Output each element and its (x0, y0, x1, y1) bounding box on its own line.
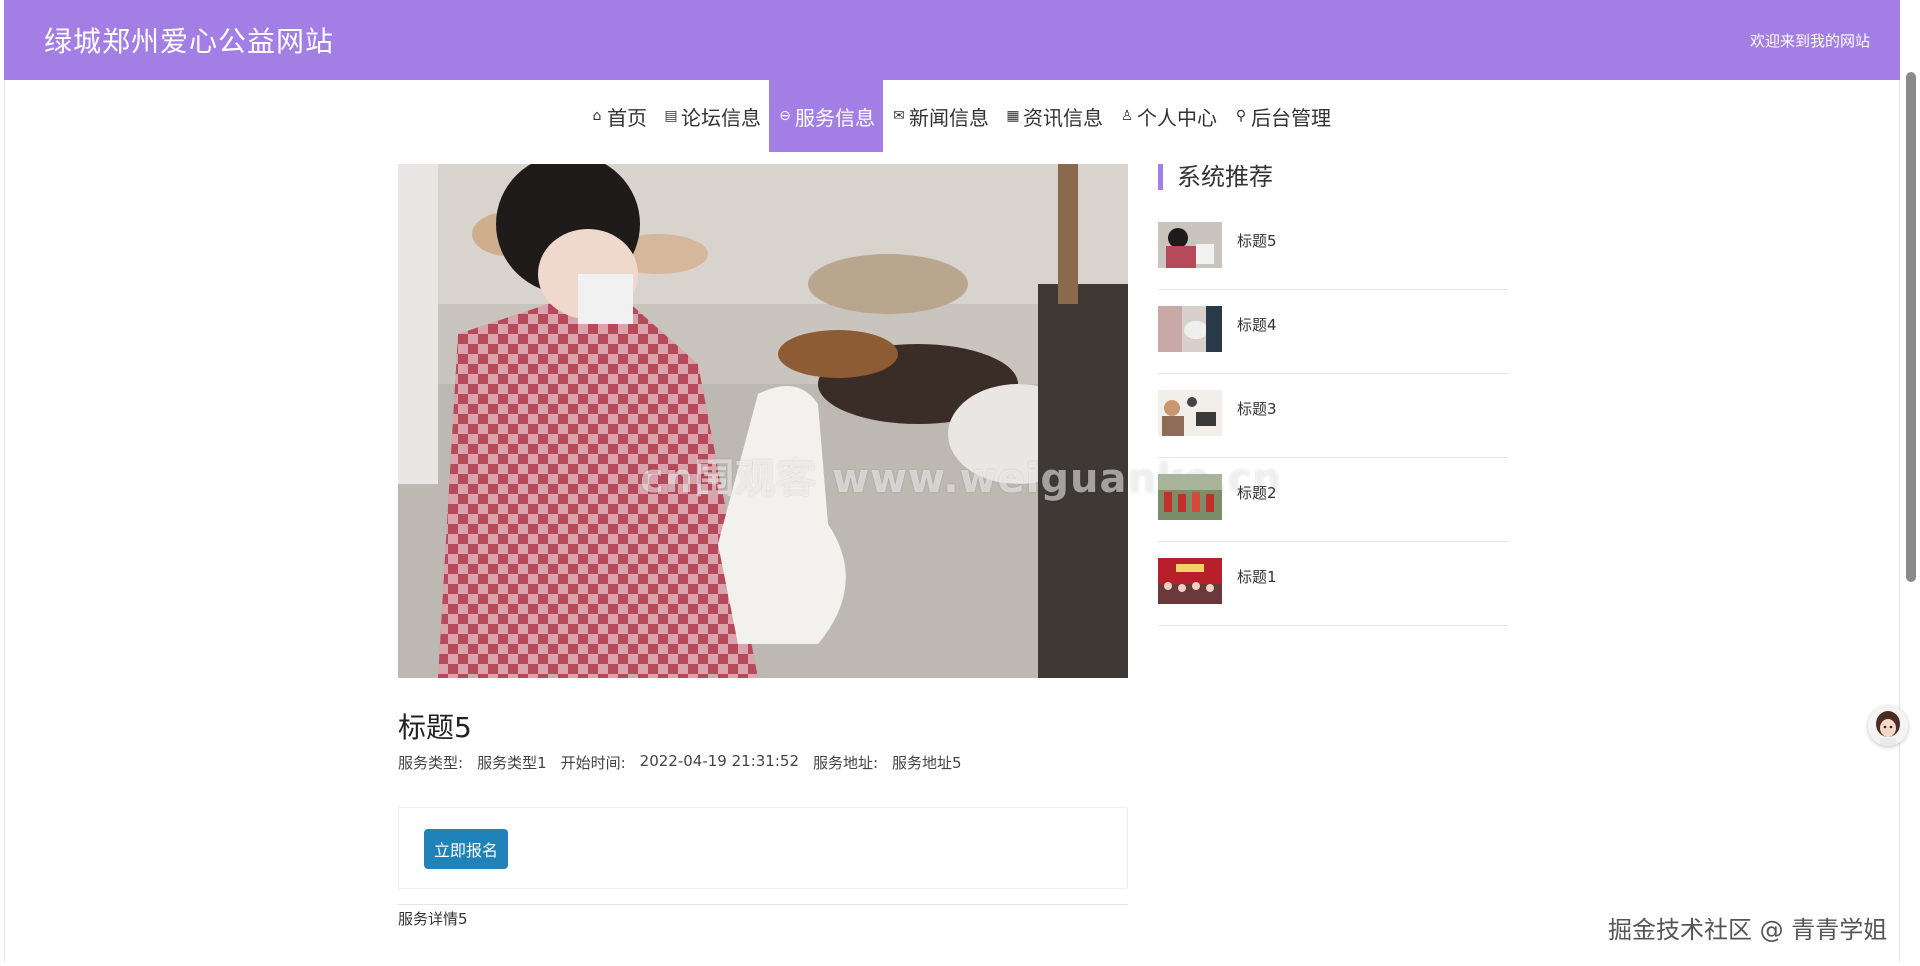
recommend-item-label[interactable]: 标题4 (1237, 314, 1277, 335)
user-icon: ♙ (1120, 108, 1134, 124)
thumbnail-image (1158, 390, 1222, 436)
recommend-item[interactable]: 标题5 (1158, 206, 1508, 290)
recommend-item[interactable]: 标题4 (1158, 290, 1508, 374)
service-title: 标题5 (398, 711, 472, 744)
nav-item-label: 后台管理 (1251, 105, 1331, 130)
meta-address-value: 服务地址5 (892, 754, 962, 772)
nav-item-label: 新闻信息 (909, 105, 989, 130)
thumbnail-image (1158, 558, 1222, 604)
nav-item-news[interactable]: ✉ 新闻信息 (883, 80, 997, 152)
recommend-item[interactable]: 标题3 (1158, 374, 1508, 458)
recommend-item[interactable]: 标题1 (1158, 542, 1508, 626)
recommend-item-label[interactable]: 标题1 (1237, 566, 1277, 587)
thumbnail-image (1158, 306, 1222, 352)
home-icon: ⌂ (592, 108, 602, 124)
main-nav: ⌂ 首页 ▤ 论坛信息 ⊖ 服务信息 ✉ 新闻信息 ▦ 资讯信息 ♙ 个人中心 … (0, 80, 1920, 152)
apply-button[interactable]: 立即报名 (424, 829, 508, 869)
volunteer-dog-photo (398, 164, 1128, 678)
clipboard-icon: ▤ (664, 108, 678, 124)
meta-type-value: 服务类型1 (477, 754, 547, 772)
nav-item-forum[interactable]: ▤ 论坛信息 (655, 80, 769, 152)
nav-item-label: 论坛信息 (681, 105, 761, 130)
nav-item-label: 服务信息 (795, 105, 875, 130)
apply-panel: 立即报名 (398, 807, 1128, 889)
meta-type: 服务类型: 服务类型1 (398, 752, 547, 773)
nav-item-personal[interactable]: ♙ 个人中心 (1111, 80, 1225, 152)
thumbnail-image (1158, 474, 1222, 520)
recommend-item-label[interactable]: 标题5 (1237, 230, 1277, 251)
service-detail-text: 服务详情5 (398, 910, 468, 928)
content-divider (398, 904, 1128, 905)
nav-item-label: 个人中心 (1137, 105, 1217, 130)
recommend-thumbnail[interactable] (1158, 222, 1222, 268)
nav-item-label: 首页 (607, 105, 647, 130)
meta-start-label: 开始时间: (560, 754, 626, 772)
recommend-item[interactable]: 标题2 (1158, 458, 1508, 542)
recommend-item-label[interactable]: 标题3 (1237, 398, 1277, 419)
page-scrollbar[interactable] (1906, 72, 1916, 582)
nav-item-home[interactable]: ⌂ 首页 (581, 80, 655, 152)
nav-item-service[interactable]: ⊖ 服务信息 (769, 80, 883, 152)
recommend-list: 标题5 标题4 标题3 标题2 标题1 (1158, 206, 1508, 626)
meta-start-value: 2022-04-19 21:31:52 (639, 752, 799, 770)
service-icon: ⊖ (779, 108, 791, 124)
nav-item-admin[interactable]: ⚲ 后台管理 (1225, 80, 1339, 152)
meta-address: 服务地址: 服务地址5 (813, 752, 962, 773)
meta-address-label: 服务地址: (812, 754, 879, 772)
avatar-face-icon (1868, 706, 1908, 746)
site-header: 绿城郑州爱心公益网站 欢迎来到我的网站 (4, 0, 1900, 80)
assistant-avatar-icon[interactable] (1868, 706, 1908, 746)
recommend-title: 系统推荐 (1158, 164, 1273, 190)
mail-icon: ✉ (893, 108, 905, 124)
recommend-item-label[interactable]: 标题2 (1237, 482, 1277, 503)
meta-start: 开始时间: 2022-04-19 21:31:52 (561, 752, 799, 773)
welcome-text: 欢迎来到我的网站 (1749, 31, 1870, 50)
calendar-icon: ▦ (1006, 108, 1020, 124)
thumbnail-image (1158, 222, 1222, 268)
nav-item-label: 资讯信息 (1023, 105, 1103, 130)
recommend-thumbnail[interactable] (1158, 390, 1222, 436)
nav-item-info[interactable]: ▦ 资讯信息 (997, 80, 1111, 152)
recommend-thumbnail[interactable] (1158, 306, 1222, 352)
service-main-image (398, 164, 1128, 678)
footer-watermark: 掘金技术社区 @ 青青学姐 (1608, 916, 1888, 944)
meta-type-label: 服务类型: (398, 754, 464, 772)
recommend-thumbnail[interactable] (1158, 558, 1222, 604)
link-icon: ⚲ (1235, 108, 1247, 124)
site-title[interactable]: 绿城郑州爱心公益网站 (44, 20, 334, 60)
service-meta: 服务类型: 服务类型1 开始时间: 2022-04-19 21:31:52 服务… (398, 752, 962, 773)
recommend-thumbnail[interactable] (1158, 474, 1222, 520)
